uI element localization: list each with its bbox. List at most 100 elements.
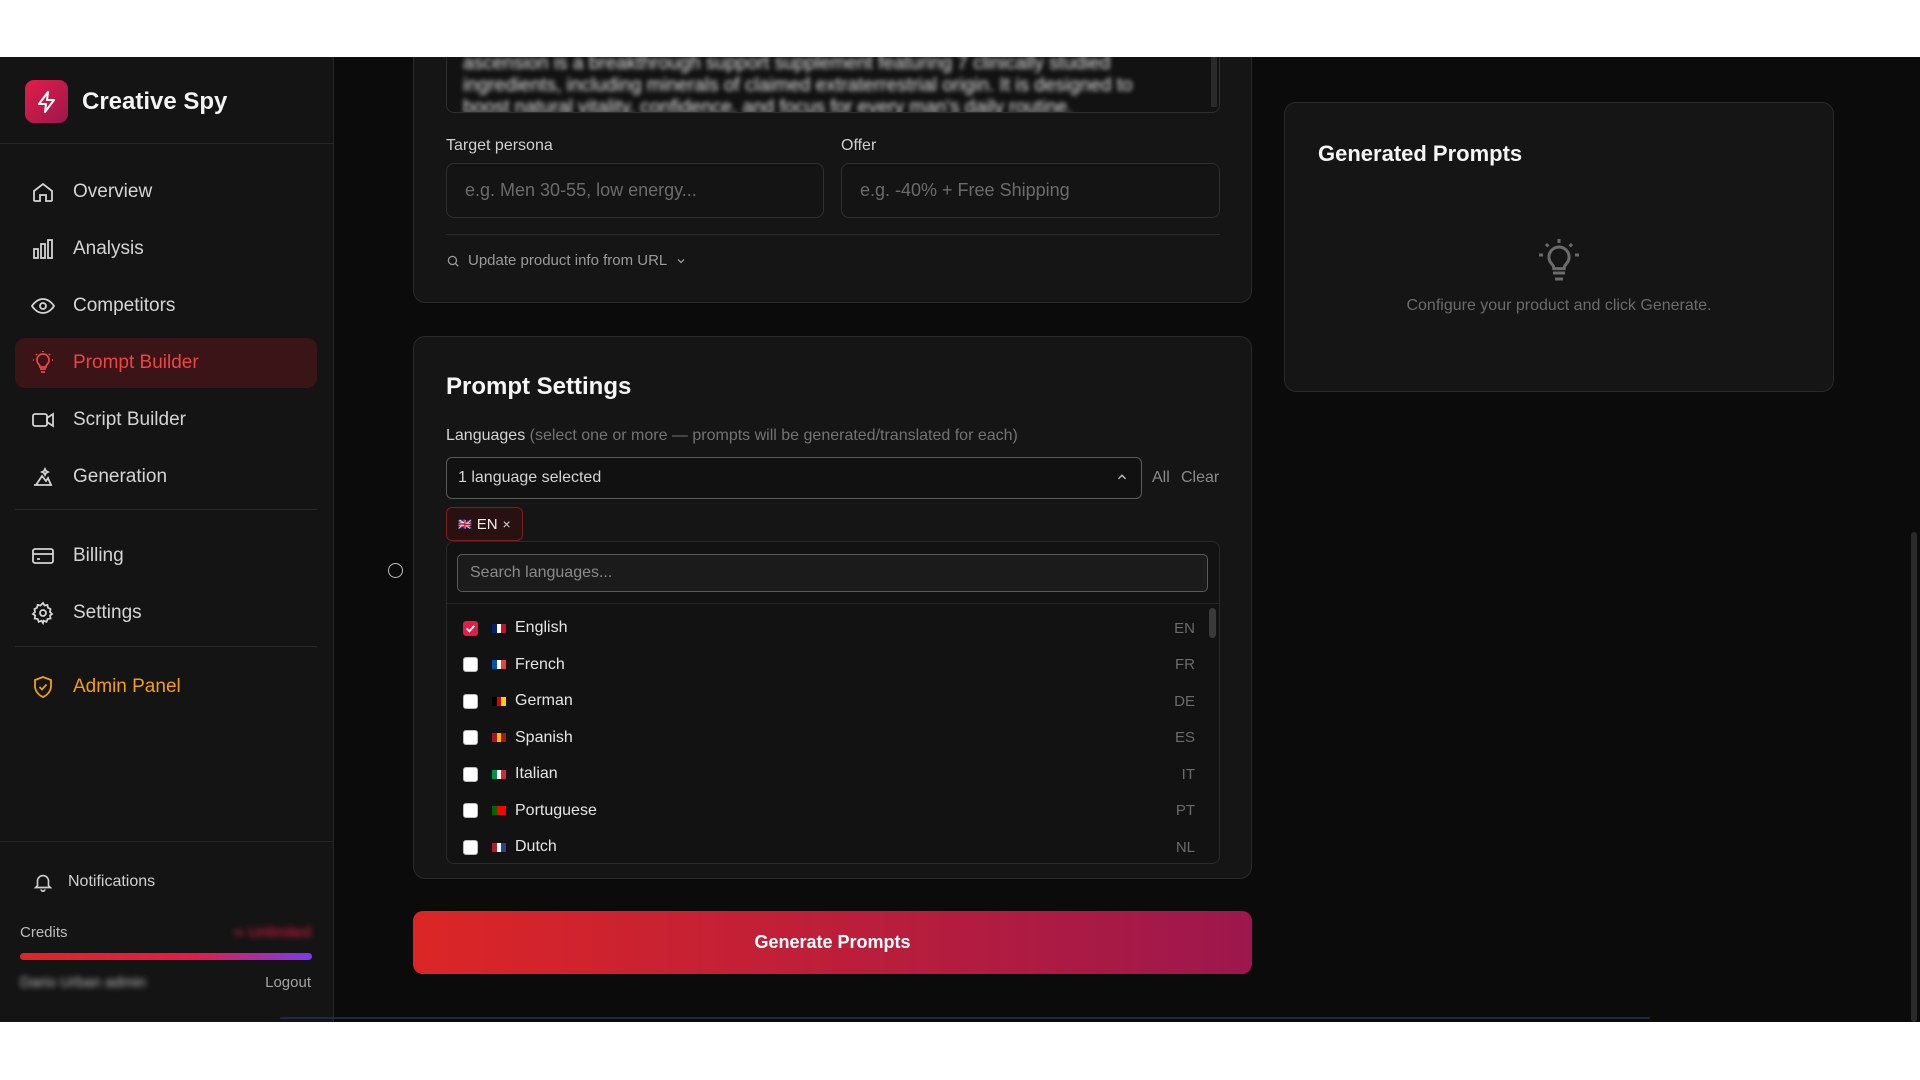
language-option-it[interactable]: Italian IT	[447, 756, 1207, 792]
search-icon	[447, 255, 459, 267]
generate-prompts-button[interactable]: Generate Prompts	[413, 911, 1252, 974]
credit-card-icon	[32, 548, 54, 564]
language-option-pt[interactable]: Portuguese PT	[447, 793, 1207, 829]
sidebar-item-overview[interactable]: Overview	[15, 167, 317, 217]
check-icon	[466, 624, 475, 633]
divider	[15, 646, 317, 647]
language-checkbox[interactable]	[463, 693, 478, 709]
language-code: EN	[1174, 619, 1195, 637]
flag-icon	[492, 842, 507, 852]
offer-input[interactable]: e.g. -40% + Free Shipping	[841, 163, 1220, 218]
video-icon	[32, 412, 54, 428]
page-scrollbar[interactable]	[1911, 532, 1917, 1022]
language-option-fr[interactable]: French FR	[447, 647, 1207, 683]
sidebar-item-billing[interactable]: Billing	[15, 531, 317, 581]
language-code: NL	[1175, 838, 1195, 856]
language-code: FR	[1175, 656, 1195, 673]
app-window: Creative Spy Overview Analysis Competito…	[0, 57, 1920, 1022]
offer-label: Offer	[841, 137, 877, 154]
sidebar-item-admin-panel[interactable]: Admin Panel	[15, 662, 317, 712]
update-from-url-label: Update product info from URL	[468, 252, 668, 269]
language-checkbox[interactable]	[463, 839, 478, 855]
sidebar-item-label: Script Builder	[73, 409, 186, 430]
sidebar-item-label: Prompt Builder	[73, 352, 199, 373]
language-checkbox[interactable]	[463, 620, 478, 636]
flag-icon	[492, 733, 507, 742]
sidebar-item-prompt-builder[interactable]: Prompt Builder	[15, 338, 317, 388]
language-checkbox[interactable]	[463, 803, 478, 818]
sidebar-item-label: Billing	[73, 545, 124, 566]
logout-button[interactable]: Logout	[265, 974, 311, 991]
language-chip-en: 🇬🇧 EN ×	[446, 507, 523, 541]
textarea-scrollbar[interactable]	[1211, 57, 1217, 107]
divider	[0, 143, 334, 144]
image-gen-icon	[34, 466, 52, 486]
sidebar-item-generation[interactable]: Generation	[15, 452, 317, 502]
update-from-url-toggle[interactable]: Update product info from URL	[446, 252, 687, 269]
flag-icon	[492, 623, 507, 633]
generated-prompts-title: Generated Prompts	[1318, 141, 1523, 166]
credits-progress-bar	[20, 953, 312, 960]
select-all-button[interactable]: All	[1152, 469, 1170, 487]
product-description-text: ascension is a breakthrough support supp…	[463, 57, 1133, 113]
sidebar-item-label: Admin Panel	[73, 676, 181, 697]
sidebar-item-settings[interactable]: Settings	[15, 588, 317, 638]
credits-label: Credits	[20, 924, 68, 941]
flag-icon	[492, 769, 507, 779]
chip-remove-icon[interactable]: ×	[503, 516, 511, 532]
brand[interactable]: Creative Spy	[25, 80, 227, 123]
home-icon	[33, 182, 53, 202]
product-description-textarea[interactable]: ascension is a breakthrough support supp…	[446, 57, 1220, 113]
divider	[280, 1017, 1650, 1019]
clear-button[interactable]: Clear	[1181, 469, 1219, 487]
uk-flag-icon: 🇬🇧	[458, 518, 472, 531]
sidebar: Creative Spy Overview Analysis Competito…	[0, 57, 334, 1022]
language-name: English	[515, 619, 568, 636]
sidebar-item-label: Overview	[73, 181, 153, 202]
language-code: DE	[1174, 692, 1195, 710]
notifications-link[interactable]: Notifications	[32, 871, 155, 893]
languages-label-text: Languages	[446, 427, 526, 444]
languages-select-value: 1 language selected	[458, 469, 602, 486]
sidebar-item-competitors[interactable]: Competitors	[15, 281, 317, 331]
chip-code: EN	[476, 515, 498, 533]
sidebar-item-label: Settings	[73, 602, 142, 623]
divider	[15, 509, 317, 510]
language-name: Italian	[515, 765, 558, 782]
generated-empty-text: Configure your product and click Generat…	[1406, 297, 1712, 314]
language-search-input[interactable]: Search languages...	[457, 554, 1208, 592]
user-name: Dario Urban admin	[20, 974, 146, 991]
divider	[446, 234, 1220, 235]
language-checkbox[interactable]	[463, 766, 478, 782]
lightbulb-icon	[33, 351, 53, 373]
sidebar-item-label: Analysis	[73, 238, 144, 259]
notifications-label: Notifications	[68, 873, 156, 890]
language-code: PT	[1175, 802, 1195, 819]
language-name: German	[515, 692, 573, 709]
flag-icon	[492, 806, 507, 815]
brand-name: Creative Spy	[82, 87, 228, 115]
language-option-de[interactable]: German DE	[447, 683, 1207, 719]
sidebar-item-label: Generation	[73, 466, 168, 487]
eye-icon	[31, 298, 55, 314]
chevron-up-icon	[1117, 474, 1127, 480]
divider	[447, 603, 1219, 604]
language-code: ES	[1174, 729, 1195, 746]
language-checkbox[interactable]	[463, 657, 478, 672]
languages-select[interactable]: 1 language selected	[446, 457, 1142, 499]
language-option-nl[interactable]: Dutch NL	[447, 829, 1207, 863]
sidebar-item-analysis[interactable]: Analysis	[15, 224, 317, 274]
sidebar-item-script-builder[interactable]: Script Builder	[15, 395, 317, 445]
divider	[0, 841, 334, 842]
shield-check-icon	[34, 676, 52, 698]
prompt-settings-title: Prompt Settings	[446, 373, 632, 400]
gear-icon	[31, 601, 54, 625]
language-checkbox[interactable]	[463, 730, 478, 745]
dropdown-scrollbar[interactable]	[1209, 608, 1216, 638]
language-option-es[interactable]: Spanish ES	[447, 720, 1207, 756]
language-option-en[interactable]: English EN	[447, 610, 1207, 646]
bar-chart-icon	[33, 239, 53, 259]
language-code: IT	[1181, 765, 1195, 783]
bell-icon	[33, 874, 53, 892]
target-persona-input[interactable]: e.g. Men 30-55, low energy...	[446, 163, 824, 218]
